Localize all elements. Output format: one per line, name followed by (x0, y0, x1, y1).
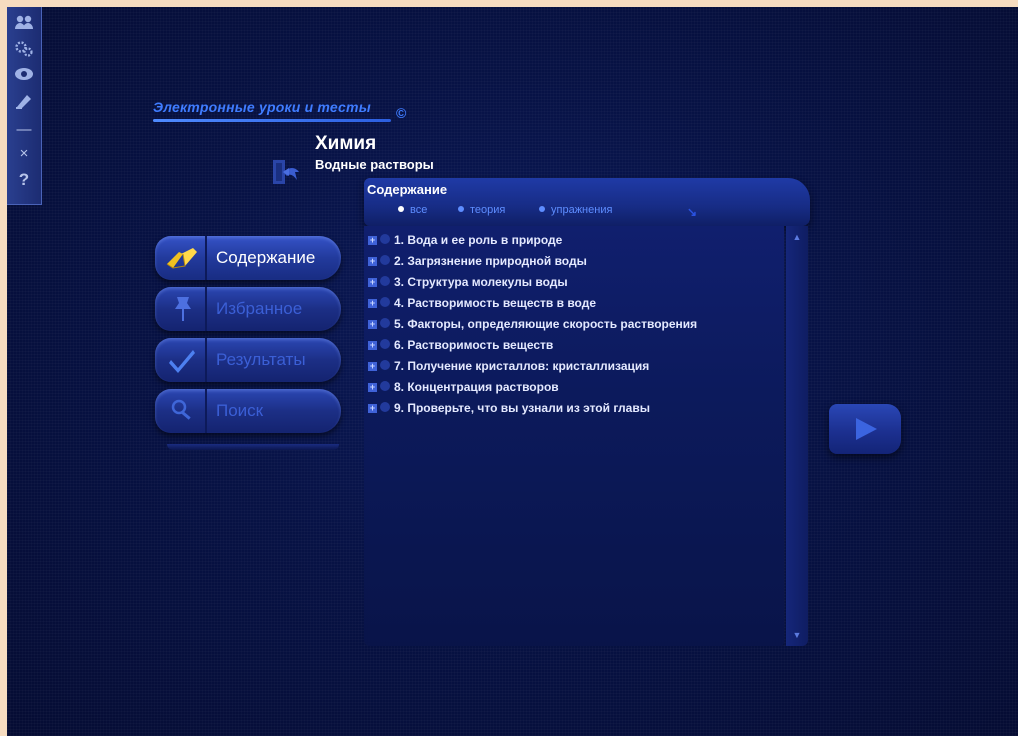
bullet-icon (380, 318, 390, 328)
expand-icon[interactable]: + (368, 341, 377, 350)
play-arrow-icon (856, 418, 877, 440)
close-icon[interactable]: × (11, 143, 37, 165)
subject-title: Химия (315, 133, 377, 154)
filter-theory[interactable]: теория (458, 204, 505, 216)
bullet-icon (380, 234, 390, 244)
nav-search-button[interactable]: Поиск (155, 389, 341, 433)
list-item[interactable]: +5. Факторы, определяющие скорость раств… (368, 317, 697, 335)
scroll-down-icon[interactable]: ▼ (789, 628, 805, 642)
list-item[interactable]: +6. Растворимость веществ (368, 338, 553, 356)
expand-icon[interactable]: + (368, 236, 377, 245)
nav-label: Содержание (216, 248, 316, 267)
nav-label: Поиск (216, 401, 264, 420)
bullet-icon (380, 255, 390, 265)
nav-label: Избранное (216, 299, 303, 318)
edit-icon[interactable] (11, 89, 37, 111)
toolbar: — × ? (7, 7, 42, 205)
list-item-label: 4. Растворимость веществ в воде (394, 296, 597, 310)
list-item[interactable]: +3. Структура молекулы воды (368, 275, 568, 293)
nav-divider (205, 338, 207, 382)
list-item[interactable]: +1. Вода и ее роль в природе (368, 233, 562, 251)
bullet-icon (380, 381, 390, 391)
users-icon[interactable] (11, 11, 37, 33)
brand-title: Электронные уроки и тесты (153, 99, 371, 115)
radio-dot-icon (539, 206, 545, 212)
list-item-label: 7. Получение кристаллов: кристаллизация (394, 359, 650, 373)
radio-dot-icon (398, 206, 404, 212)
expand-icon[interactable]: + (368, 383, 377, 392)
minimize-icon[interactable]: — (11, 119, 37, 141)
nav-results-button[interactable]: Результаты (155, 338, 341, 382)
list-item-label: 2. Загрязнение природной воды (394, 254, 587, 268)
bullet-icon (380, 360, 390, 370)
scroll-up-icon[interactable]: ▲ (789, 230, 805, 244)
list-item[interactable]: +2. Загрязнение природной воды (368, 254, 587, 272)
copyright-icon[interactable]: © (396, 105, 406, 121)
nav-base (167, 444, 339, 450)
radio-dot-icon (458, 206, 464, 212)
list-item-label: 1. Вода и ее роль в природе (394, 233, 563, 247)
settings-icon[interactable] (11, 37, 37, 59)
list-item[interactable]: +4. Растворимость веществ в воде (368, 296, 596, 314)
nav-label: Результаты (216, 350, 306, 369)
list-item-label: 8. Концентрация растворов (394, 380, 559, 394)
expand-icon[interactable]: + (368, 404, 377, 413)
filter-label: все (410, 204, 428, 216)
list-item-label: 9. Проверьте, что вы узнали из этой глав… (394, 401, 650, 415)
panel-heading: Содержание (367, 182, 448, 197)
bullet-icon (380, 297, 390, 307)
scrollbar[interactable]: ▲ ▼ (786, 226, 808, 646)
filter-label: упражнения (551, 204, 613, 216)
nav-contents-button[interactable]: Содержание (155, 236, 341, 280)
list-item[interactable]: +7. Получение кристаллов: кристаллизация (368, 359, 649, 377)
book-icon (163, 242, 201, 274)
filter-all[interactable]: все (398, 204, 427, 216)
app-window: — × ? Электронные уроки и тесты © Химия … (7, 7, 1018, 736)
list-item-label: 5. Факторы, определяющие скорость раство… (394, 317, 698, 331)
magnifier-icon (163, 395, 201, 427)
brand-underline (153, 119, 391, 122)
back-icon[interactable] (269, 154, 303, 188)
nav-divider (205, 236, 207, 280)
nav-divider (205, 287, 207, 331)
expand-icon[interactable]: + (368, 299, 377, 308)
expand-icon[interactable]: + (368, 257, 377, 266)
expand-icon[interactable]: + (368, 362, 377, 371)
list-item-label: 6. Растворимость веществ (394, 338, 554, 352)
bullet-icon (380, 339, 390, 349)
pushpin-icon (163, 293, 201, 325)
list-item[interactable]: +9. Проверьте, что вы узнали из этой гла… (368, 401, 650, 419)
next-button[interactable] (829, 404, 901, 454)
filter-exercises[interactable]: упражнения (539, 204, 612, 216)
bullet-icon (380, 276, 390, 286)
bullet-icon (380, 402, 390, 412)
list-item-label: 3. Структура молекулы воды (394, 275, 568, 289)
list-item[interactable]: +8. Концентрация растворов (368, 380, 559, 398)
view-icon[interactable] (11, 63, 37, 85)
nav-divider (205, 389, 207, 433)
help-icon[interactable]: ? (11, 169, 37, 191)
expand-icon[interactable]: + (368, 278, 377, 287)
expand-icon[interactable]: + (368, 320, 377, 329)
filter-label: теория (470, 204, 506, 216)
collapse-arrow-icon[interactable]: ↘ (687, 205, 697, 219)
checkmark-icon (163, 344, 201, 376)
topic-title: Водные растворы (315, 157, 434, 172)
nav-favorites-button[interactable]: Избранное (155, 287, 341, 331)
